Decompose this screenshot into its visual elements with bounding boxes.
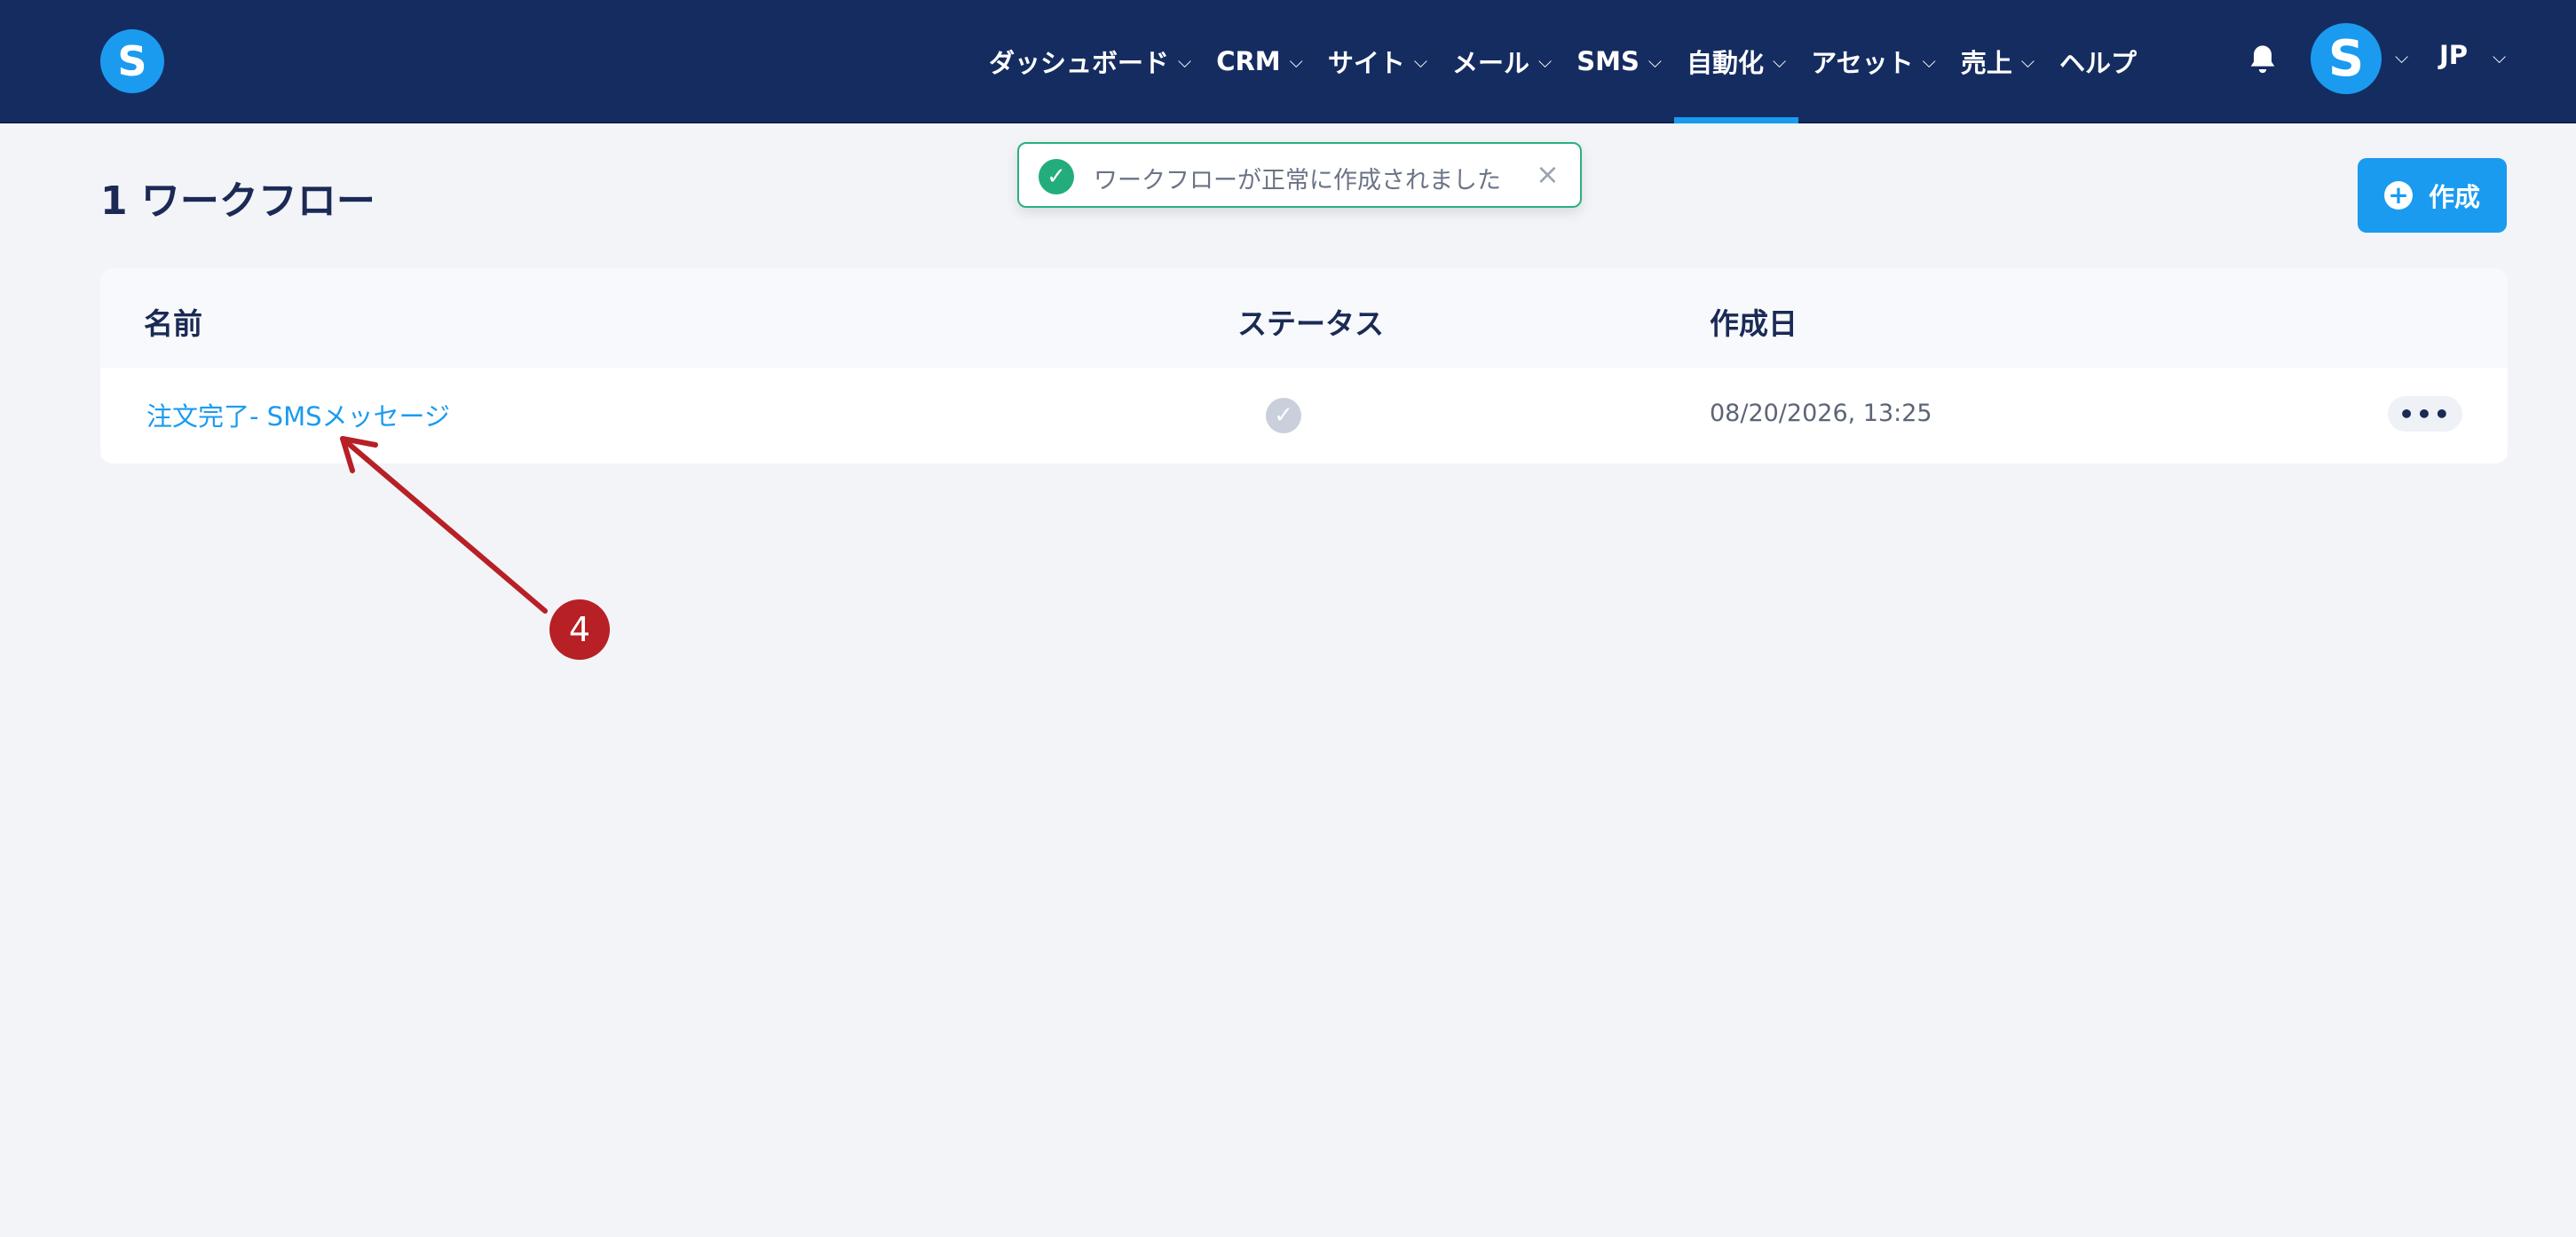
nav-item-dashboard[interactable]: ダッシュボード ⌵	[976, 0, 1204, 122]
chevron-down-icon: ⌵	[1648, 50, 1663, 72]
workflow-name-link[interactable]: 注文完了- SMSメッセージ	[146, 396, 450, 433]
nav-item-label: アセット	[1811, 47, 1914, 78]
success-toast: ✓ ワークフローが正常に作成されました ×	[1017, 142, 1582, 208]
created-date: 08/20/2026, 13:25	[1710, 400, 1932, 427]
nav-item-label: CRM	[1216, 45, 1281, 76]
nav-item-email[interactable]: メール ⌵	[1440, 0, 1564, 122]
nav-item-label: ダッシュボード	[989, 47, 1170, 78]
nav-item-label: サイト	[1327, 47, 1405, 78]
nav-item-label: 売上	[1960, 47, 2012, 78]
app-logo[interactable]: S	[100, 29, 164, 93]
chevron-down-icon: ⌵	[1538, 50, 1553, 72]
workflow-table: 名前 ステータス 作成日 注文完了- SMSメッセージ ✓ 08/20/2026…	[100, 268, 2508, 464]
nav-item-sms[interactable]: SMS ⌵	[1564, 0, 1674, 122]
column-header-status[interactable]: ステータス	[1237, 300, 1384, 343]
chevron-down-icon: ⌵	[1773, 50, 1787, 72]
nav-item-label: ヘルプ	[2059, 47, 2137, 78]
chevron-down-icon: ⌵	[1178, 50, 1192, 72]
create-button[interactable]: + 作成	[2358, 158, 2507, 233]
user-avatar[interactable]: S	[2311, 23, 2382, 94]
nav-item-site[interactable]: サイト ⌵	[1316, 0, 1440, 122]
column-header-created[interactable]: 作成日	[1710, 300, 1798, 343]
nav-item-label: メール	[1452, 47, 1530, 78]
column-header-name[interactable]: 名前	[144, 300, 202, 343]
toast-message: ワークフローが正常に作成されました	[1094, 167, 1501, 194]
chevron-down-icon: ⌵	[2020, 50, 2035, 72]
chevron-down-icon: ⌵	[1413, 50, 1428, 72]
table-header: 名前 ステータス 作成日	[100, 268, 2508, 368]
nav-item-assets[interactable]: アセット ⌵	[1798, 0, 1948, 122]
nav-item-automation[interactable]: 自動化 ⌵	[1674, 0, 1799, 123]
step-number-badge: 4	[549, 599, 610, 660]
chevron-down-icon: ⌵	[1289, 50, 1303, 72]
plus-circle-icon: +	[2383, 181, 2413, 210]
nav-item-help[interactable]: ヘルプ	[2047, 0, 2149, 122]
more-actions-button[interactable]: •••	[2388, 396, 2462, 432]
chevron-down-icon: ⌵	[1922, 50, 1936, 72]
bell-icon[interactable]	[2245, 43, 2280, 78]
language-selector[interactable]: JP	[2439, 40, 2468, 70]
main-nav: ダッシュボード ⌵ CRM ⌵ サイト ⌵ メール ⌵ SMS ⌵ 自動化 ⌵ …	[976, 0, 2149, 123]
nav-item-label: 自動化	[1687, 47, 1765, 78]
create-button-label: 作成	[2428, 182, 2480, 212]
top-navigation-bar: S ダッシュボード ⌵ CRM ⌵ サイト ⌵ メール ⌵ SMS ⌵ 自動化 …	[0, 0, 2576, 123]
check-circle-icon: ✓	[1266, 398, 1301, 433]
chevron-down-icon[interactable]: ⌵	[2493, 46, 2506, 67]
nav-item-sales[interactable]: 売上 ⌵	[1948, 0, 2047, 122]
nav-item-label: SMS	[1576, 45, 1640, 76]
chevron-down-icon[interactable]: ⌵	[2395, 46, 2408, 67]
table-row: 注文完了- SMSメッセージ ✓ 08/20/2026, 13:25 •••	[100, 368, 2508, 464]
check-circle-icon: ✓	[1039, 159, 1074, 194]
page-title: 1 ワークフロー	[100, 178, 375, 224]
close-icon[interactable]: ×	[1536, 157, 1560, 191]
nav-item-crm[interactable]: CRM ⌵	[1204, 0, 1316, 122]
